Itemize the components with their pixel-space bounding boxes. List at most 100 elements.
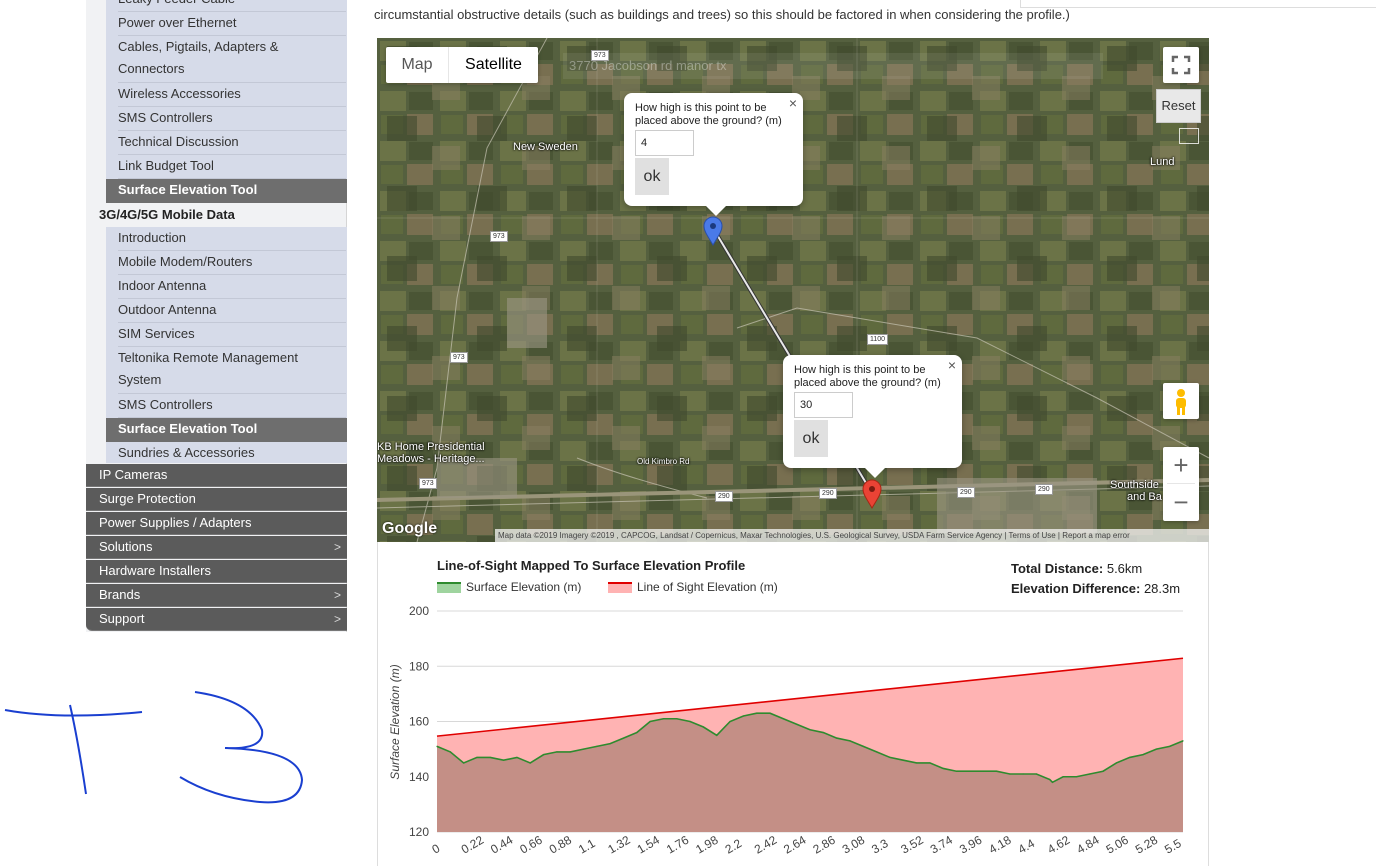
- close-icon[interactable]: ×: [789, 95, 797, 111]
- sidebar-item-label: Power over Ethernet: [118, 15, 237, 30]
- nav-item-solutions[interactable]: Solutions >: [86, 536, 347, 559]
- sidebar-item-label: SIM Services: [118, 326, 195, 341]
- surface-elevation-point: [622, 737, 625, 739]
- zoom-out-button[interactable]: −: [1163, 484, 1199, 520]
- zoom-in-button[interactable]: +: [1163, 447, 1199, 483]
- road-shield: 290: [957, 487, 975, 498]
- sidebar-item-label: SMS Controllers: [118, 110, 213, 125]
- map-overlay-toggle-icon[interactable]: [1179, 128, 1199, 144]
- x-tick-label: 3.08: [840, 833, 868, 857]
- close-icon[interactable]: ×: [948, 357, 956, 373]
- map-label-southside: Southside: [1110, 479, 1159, 491]
- street-view-button[interactable]: [1163, 383, 1199, 419]
- sidebar-item-label: Indoor Antenna: [118, 278, 207, 293]
- x-tick-label: 5.28: [1133, 833, 1161, 857]
- elevation-difference-label: Elevation Difference:: [1011, 581, 1141, 596]
- x-tick-label: 1.1: [576, 836, 598, 857]
- satellite-map[interactable]: New Sweden Lund KB Home Presidential Mea…: [377, 38, 1209, 542]
- sidebar-item-leaky-feeder-cable[interactable]: Leaky Feeder Cable: [118, 0, 346, 12]
- surface-elevation-point: [596, 745, 598, 747]
- map-search-input[interactable]: 3770 Jacobson rd manor tx: [563, 53, 1103, 79]
- map-type-map-button[interactable]: Map: [386, 47, 449, 83]
- surface-elevation-point: [822, 731, 824, 734]
- road-shield: 973: [490, 231, 508, 242]
- surface-elevation-point: [889, 756, 891, 759]
- map-type-satellite-button[interactable]: Satellite: [449, 47, 538, 83]
- popup-tail: [865, 468, 885, 478]
- chevron-right-icon: >: [333, 588, 341, 602]
- sidebar-item-mobile-modem-routers[interactable]: Mobile Modem/Routers: [118, 251, 346, 275]
- reset-button[interactable]: Reset: [1156, 89, 1201, 123]
- height-input[interactable]: 30: [794, 392, 853, 418]
- sidebar-item-surface-elevation-tool[interactable]: Surface Elevation Tool: [106, 179, 347, 203]
- sidebar-item-cables-pigtails-adapters[interactable]: Cables, Pigtails, Adapters & Connectors: [118, 36, 346, 83]
- nav-item-brands[interactable]: Brands >: [86, 584, 347, 607]
- x-tick-label: 2.64: [781, 833, 809, 857]
- fullscreen-button[interactable]: [1163, 47, 1199, 83]
- surface-elevation-point: [1155, 748, 1157, 750]
- surface-elevation-point: [516, 756, 518, 759]
- sidebar-item-teltonika-remote-management[interactable]: Teltonika Remote Management System: [118, 347, 346, 394]
- chevron-right-icon: >: [333, 612, 341, 626]
- sidebar-item-wireless-accessories[interactable]: Wireless Accessories: [118, 83, 346, 107]
- nav-item-support[interactable]: Support >: [86, 608, 347, 631]
- x-tick-label: 0.44: [488, 833, 516, 857]
- pegman-icon: [1176, 389, 1186, 415]
- surface-elevation-point: [729, 720, 731, 723]
- sidebar-item-outdoor-antenna[interactable]: Outdoor Antenna: [118, 299, 346, 323]
- sidebar-item-label: Teltonika Remote Management: [118, 350, 298, 365]
- sidebar-item-sim-services[interactable]: SIM Services: [118, 323, 346, 347]
- sidebar-item-label: Sundries & Accessories: [118, 445, 255, 460]
- sidebar-item-introduction[interactable]: Introduction: [118, 227, 346, 251]
- sidebar-item-sundries-accessories[interactable]: Sundries & Accessories: [118, 442, 346, 466]
- x-tick-label: 3.96: [957, 833, 985, 857]
- surface-elevation-point: [636, 731, 638, 734]
- sidebar-item-sms-controllers[interactable]: SMS Controllers: [118, 394, 346, 418]
- page: 3G/4G/5G Mobile Data Leaky Feeder Cable P…: [0, 0, 1376, 866]
- sidebar-item-link-budget-tool[interactable]: Link Budget Tool: [118, 155, 346, 179]
- sidebar-item-label: Surface Elevation Tool: [118, 182, 258, 197]
- surface-elevation-point: [955, 770, 958, 772]
- sidebar-item-sms-controllers[interactable]: SMS Controllers: [118, 107, 346, 131]
- map-type-control: Map Satellite: [386, 47, 538, 83]
- y-tick-label: 140: [409, 770, 429, 784]
- elevation-chart-panel: 120 140 160 180 200 0 0.22 0.44 0.66 0.88 1.1 1.32 1…: [377, 542, 1209, 866]
- map-label-kb-home-2: Meadows - Heritage...: [377, 453, 485, 465]
- x-tick-label: 0: [430, 841, 443, 857]
- nav-item-hardware-installers[interactable]: Hardware Installers: [86, 560, 347, 583]
- surface-elevation-point: [1022, 773, 1024, 775]
- sidebar-item-power-over-ethernet[interactable]: Power over Ethernet: [118, 12, 346, 36]
- map-label-new-sweden: New Sweden: [513, 141, 578, 153]
- marker-a-icon[interactable]: [703, 216, 723, 246]
- sidebar-item-label: Introduction: [118, 230, 186, 245]
- map-label-kb-home: KB Home Presidential: [377, 441, 485, 453]
- surface-elevation-point: [742, 715, 744, 717]
- x-tick-label: 4.84: [1074, 833, 1102, 857]
- height-input[interactable]: 4: [635, 130, 694, 156]
- sidebar-item-surface-elevation-tool[interactable]: Surface Elevation Tool: [106, 418, 347, 442]
- surface-elevation-point: [969, 770, 971, 772]
- nav-item-surge-protection[interactable]: Surge Protection: [86, 488, 347, 511]
- surface-elevation-point: [702, 726, 705, 728]
- x-tick-label: 1.32: [605, 833, 633, 857]
- surface-elevation-point: [1075, 776, 1078, 778]
- ok-button[interactable]: ok: [635, 158, 669, 195]
- height-popup-a: How high is this point to be placed abov…: [624, 93, 803, 216]
- sidebar-item-label-continued: System: [118, 372, 162, 387]
- nav-item-label: Hardware Installers: [99, 563, 211, 578]
- height-question: How high is this point to be placed abov…: [635, 102, 782, 127]
- nav-item-power-supplies-adapters[interactable]: Power Supplies / Adapters: [86, 512, 347, 535]
- sidebar-item-indoor-antenna[interactable]: Indoor Antenna: [118, 275, 346, 299]
- x-tick-label: 4.4: [1016, 836, 1038, 857]
- x-tick-label: 3.3: [869, 836, 891, 857]
- ok-button[interactable]: ok: [794, 420, 828, 457]
- marker-b-icon[interactable]: [862, 479, 882, 509]
- nav-item-ip-cameras[interactable]: IP Cameras: [86, 464, 347, 487]
- category-mobile-data[interactable]: 3G/4G/5G Mobile Data: [86, 204, 347, 226]
- sidebar-item-technical-discussion[interactable]: Technical Discussion: [118, 131, 346, 155]
- elevation-difference-value: 28.3m: [1143, 581, 1181, 596]
- map-attribution[interactable]: Map data ©2019 Imagery ©2019 , CAPCOG, L…: [495, 529, 1209, 542]
- surface-elevation-point: [1102, 770, 1104, 772]
- surface-elevation-point: [556, 751, 558, 753]
- google-logo: Google: [382, 520, 438, 537]
